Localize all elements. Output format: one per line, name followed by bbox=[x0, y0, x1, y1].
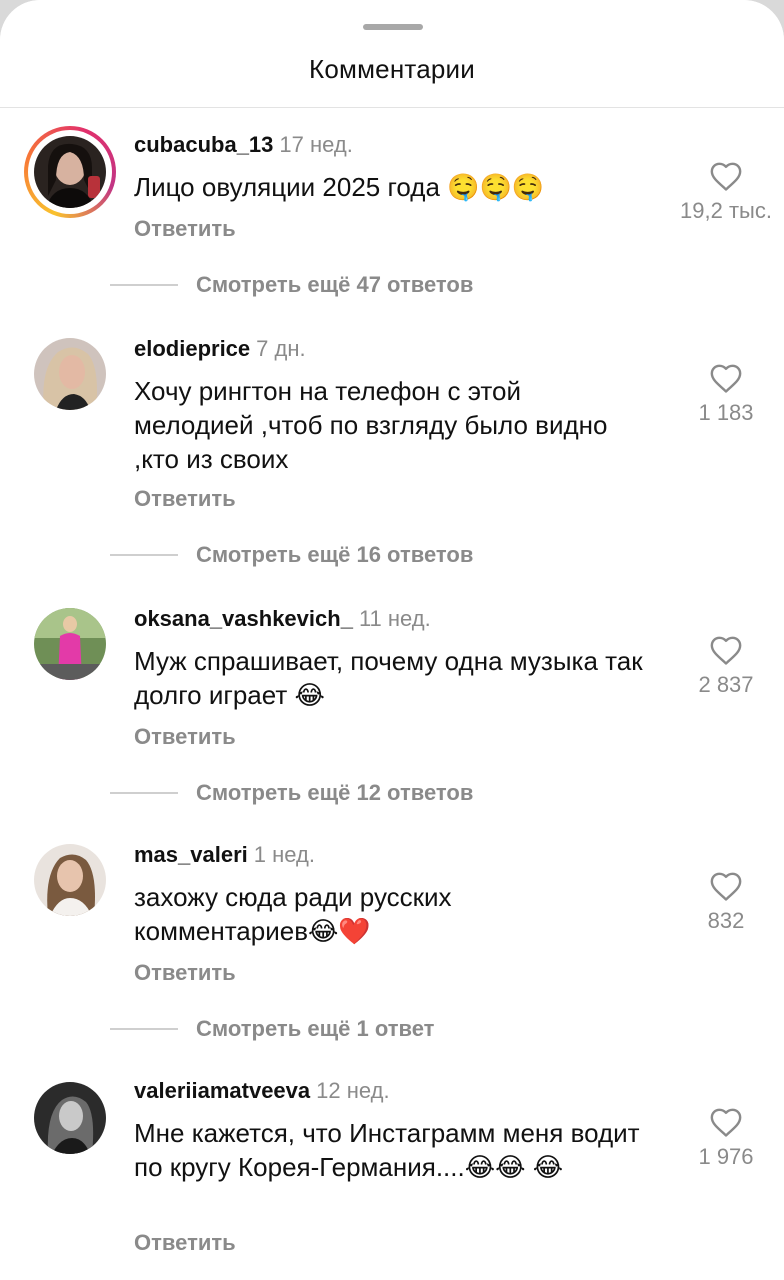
view-replies-button[interactable]: Смотреть ещё 12 ответов bbox=[110, 778, 473, 808]
header-divider bbox=[0, 107, 784, 108]
like-count: 1 183 bbox=[698, 400, 754, 425]
comment-time: 7 дн. bbox=[256, 336, 306, 361]
replies-divider-line bbox=[110, 284, 178, 286]
view-replies-label: Смотреть ещё 47 ответов bbox=[196, 272, 474, 297]
view-replies-button[interactable]: Смотреть ещё 47 ответов bbox=[110, 270, 473, 300]
like-button[interactable]: 2 837 bbox=[671, 634, 781, 698]
comment-username[interactable]: valeriiamatveeva bbox=[134, 1078, 310, 1103]
like-count: 832 bbox=[707, 908, 745, 933]
heart-outline-icon bbox=[710, 872, 742, 901]
comment-text: захожу сюда ради русских комментариев😂❤️ bbox=[134, 882, 452, 946]
like-button[interactable]: 1 976 bbox=[671, 1106, 781, 1170]
comment-username[interactable]: oksana_vashkevich_ bbox=[134, 606, 353, 631]
view-replies-button[interactable]: Смотреть ещё 16 ответов bbox=[110, 540, 473, 570]
comment-username[interactable]: cubacuba_13 bbox=[134, 132, 273, 157]
sheet-drag-handle[interactable] bbox=[363, 24, 423, 30]
heart-outline-icon bbox=[710, 1108, 742, 1137]
reply-button[interactable]: Ответить bbox=[134, 486, 236, 512]
reply-button[interactable]: Ответить bbox=[134, 724, 236, 750]
heart-outline-icon bbox=[710, 162, 742, 191]
like-count: 1 976 bbox=[698, 1144, 754, 1169]
like-button[interactable]: 19,2 тыс. bbox=[671, 160, 781, 224]
comment-time: 17 нед. bbox=[279, 132, 353, 157]
avatar[interactable] bbox=[34, 608, 106, 680]
comment-text: Мне кажется, что Инстаграмм меня водит п… bbox=[134, 1118, 640, 1182]
comment-time: 11 нед. bbox=[358, 606, 431, 631]
comment-time: 12 нед. bbox=[316, 1078, 390, 1103]
reply-button[interactable]: Ответить bbox=[134, 1230, 236, 1256]
comment-username[interactable]: mas_valeri bbox=[134, 842, 248, 867]
view-replies-button[interactable]: Смотреть ещё 1 ответ bbox=[110, 1014, 434, 1044]
story-ring[interactable] bbox=[24, 126, 116, 218]
like-count: 19,2 тыс. bbox=[680, 198, 772, 223]
reply-button[interactable]: Ответить bbox=[134, 960, 236, 986]
like-count: 2 837 bbox=[698, 672, 754, 697]
comment-text: Хочу рингтон на телефон с этой мелодией … bbox=[134, 376, 608, 474]
page-title: Комментарии bbox=[309, 54, 475, 84]
view-replies-label: Смотреть ещё 12 ответов bbox=[196, 780, 474, 805]
comments-sheet: Комментарии cubacuba_13 17 нед. Лицо овул… bbox=[0, 0, 784, 1280]
view-replies-label: Смотреть ещё 16 ответов bbox=[196, 542, 474, 567]
view-replies-label: Смотреть ещё 1 ответ bbox=[196, 1016, 435, 1041]
avatar[interactable] bbox=[34, 844, 106, 916]
like-button[interactable]: 1 183 bbox=[671, 362, 781, 426]
reply-button[interactable]: Ответить bbox=[134, 216, 236, 242]
avatar[interactable] bbox=[34, 338, 106, 410]
comment-text: Муж спрашивает, почему одна музыка так д… bbox=[134, 646, 643, 710]
heart-outline-icon bbox=[710, 636, 742, 665]
replies-divider-line bbox=[110, 792, 178, 794]
replies-divider-line bbox=[110, 1028, 178, 1030]
like-button[interactable]: 832 bbox=[671, 870, 781, 934]
heart-outline-icon bbox=[710, 364, 742, 393]
comment-time: 1 нед. bbox=[253, 842, 315, 867]
avatar[interactable] bbox=[34, 1082, 106, 1154]
comment-text: Лицо овуляции 2025 года 🤤🤤🤤 bbox=[134, 172, 545, 202]
avatar bbox=[34, 136, 106, 208]
replies-divider-line bbox=[110, 554, 178, 556]
comment-username[interactable]: elodieprice bbox=[134, 336, 250, 361]
